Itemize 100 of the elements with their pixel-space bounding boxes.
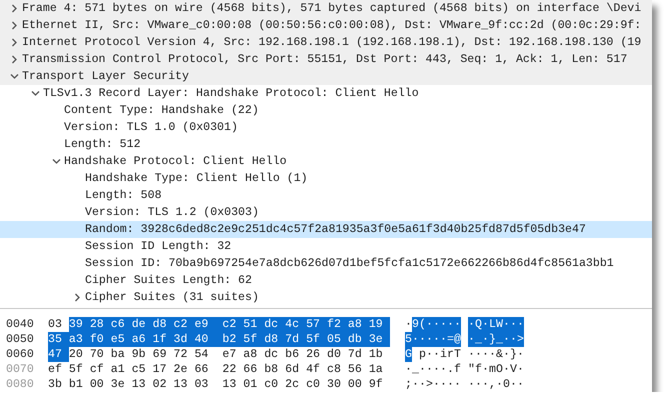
hex-byte: 19 [368,317,390,332]
tree-row[interactable]: TLSv1.3 Record Layer: Handshake Protocol: Client Hello [0,85,652,102]
ascii-char: 9 [412,317,419,332]
hex-byte: c2 [222,317,244,332]
hex-byte: b8 [264,362,280,377]
hex-byte: 5f [243,332,264,347]
hex-byte: d0 [326,347,342,362]
ascii-char: · [482,362,489,377]
tree-row[interactable]: Ethernet II, Src: VMware_c0:00:08 (00:50:56:c0:00:08), Dst: VMware_9f:cc:2d (00:0c:29:9f: [0,17,652,34]
tree-row[interactable]: Cipher Suites (31 suites) [0,289,652,306]
tree-row[interactable]: Session ID: 70ba9b697254e7a8dcb626d07d1bef5fcfa1c5172e662266b86d4fc8561a3bb1 [0,255,652,272]
hex-byte: 03 [194,377,210,392]
chevron-right-icon[interactable] [72,293,82,302]
ascii-char: · [482,347,489,362]
ascii-char: O [496,362,503,377]
hex-byte: 02 [152,377,168,392]
tree-row[interactable]: Handshake Type: Client Hello (1) [0,170,652,187]
hex-byte: b2 [222,332,244,347]
ascii-char: · [405,317,412,332]
ascii-char: · [433,317,440,332]
ascii-char: · [419,362,426,377]
ascii-char: · [468,317,475,332]
ascii-char: T [454,347,461,362]
hex-byte: 5f [68,362,84,377]
ascii-char: _ [496,332,503,347]
ascii-char: · [426,332,433,347]
hex-byte: 3d [174,332,194,347]
ascii-char: · [503,362,510,377]
hex-byte: 40 [194,332,222,347]
ascii-char: · [433,332,440,347]
chevron-down-icon[interactable] [30,89,40,98]
hex-byte: 7d [285,332,306,347]
ascii-char: · [405,362,412,377]
ascii-char: > [517,332,524,347]
hex-byte: 6d [285,362,300,377]
hex-byte: 57 [306,317,327,332]
tree-row[interactable]: Cipher Suites Length: 62 [0,272,652,289]
ascii-char: · [503,347,510,362]
hex-byte: a8 [243,347,258,362]
hex-byte: f0 [90,332,111,347]
tree-row[interactable]: Session ID Length: 32 [0,238,652,255]
hex-byte: 00 [90,377,105,392]
ascii-char: · [510,317,517,332]
ascii-char: · [475,347,482,362]
tree-row[interactable]: Version: TLS 1.2 (0x0303) [0,204,652,221]
byte-offset: 0060 [6,347,35,362]
ascii-char: · [482,377,489,392]
ascii-char: · [419,332,426,347]
ascii-char: · [440,362,447,377]
ascii-char: i [440,347,447,362]
tree-row[interactable]: Transport Layer Security [0,68,652,85]
ascii-char: · [440,317,447,332]
tree-row[interactable]: Internet Protocol Version 4, Src: 192.168.198.1 (192.168.198.1), Dst: 192.168.198.130 (19 [0,34,652,51]
hex-byte: cf [90,362,105,377]
hex-byte: 69 [152,347,168,362]
hex-byte: 72 [174,347,188,362]
ascii-char: · [496,377,503,392]
tree-row[interactable]: Length: 512 [0,136,652,153]
hex-byte: 2e [174,362,188,377]
ascii-char: } [489,332,496,347]
hex-byte: 9f [368,377,384,392]
ascii-char: V [510,362,517,377]
byte-offset: 0040 [6,317,35,332]
ascii-char: & [496,347,503,362]
hex-byte: 9b [132,347,147,362]
ascii-char: W [496,317,503,332]
hex-byte: b1 [68,377,84,392]
ascii-char: 5 [405,332,412,347]
hex-byte: 1b [368,347,384,362]
tree-row[interactable]: Version: TLS 1.0 (0x0301) [0,119,652,136]
ascii-char: · [468,347,475,362]
ascii-char: · [412,377,419,392]
hex-byte: 13 [222,377,238,392]
byte-offset: 0080 [6,377,35,392]
chevron-down-icon[interactable] [52,157,60,166]
hex-byte: dc [264,347,280,362]
tree-row[interactable]: Length: 508 [0,187,652,204]
ascii-char: ; [405,377,412,392]
ascii-char: · [503,317,510,332]
tree-row[interactable]: Frame 4: 571 bytes on wire (4568 bits), 571 bytes captured (4568 bits) on interface \Devi [0,0,652,17]
hex-byte: 2c [285,377,300,392]
tree-row[interactable]: Content Type: Handshake (22) [0,102,652,119]
hex-byte: e7 [222,347,238,362]
hex-byte: 66 [243,362,258,377]
hex-byte: 03 [48,317,63,332]
hex-byte: 70 [90,347,105,362]
ascii-char: · [419,377,426,392]
tree-row[interactable]: Random: 3928c6ded8c2e9c251dc4c57f2a81935a3f0e5a61f3d40b25fd87d5f05db3e47 [0,221,652,238]
ascii-char: · [517,347,524,362]
ascii-char: · [433,377,440,392]
hex-byte: 01 [243,377,258,392]
chevron-down-icon[interactable] [10,72,18,81]
ascii-char: _ [412,362,419,377]
hex-byte: e9 [194,317,222,332]
byte-offset: 0070 [6,362,35,377]
ascii-char: Q [475,317,482,332]
tree-row[interactable]: Transmission Control Protocol, Src Port: 55151, Dst Port: 443, Seq: 1, Ack: 1, Len: 517 [0,51,652,68]
ascii-char: _ [475,332,482,347]
tree-row[interactable]: Handshake Protocol: Client Hello [0,153,652,170]
hex-byte: d8 [264,332,286,347]
